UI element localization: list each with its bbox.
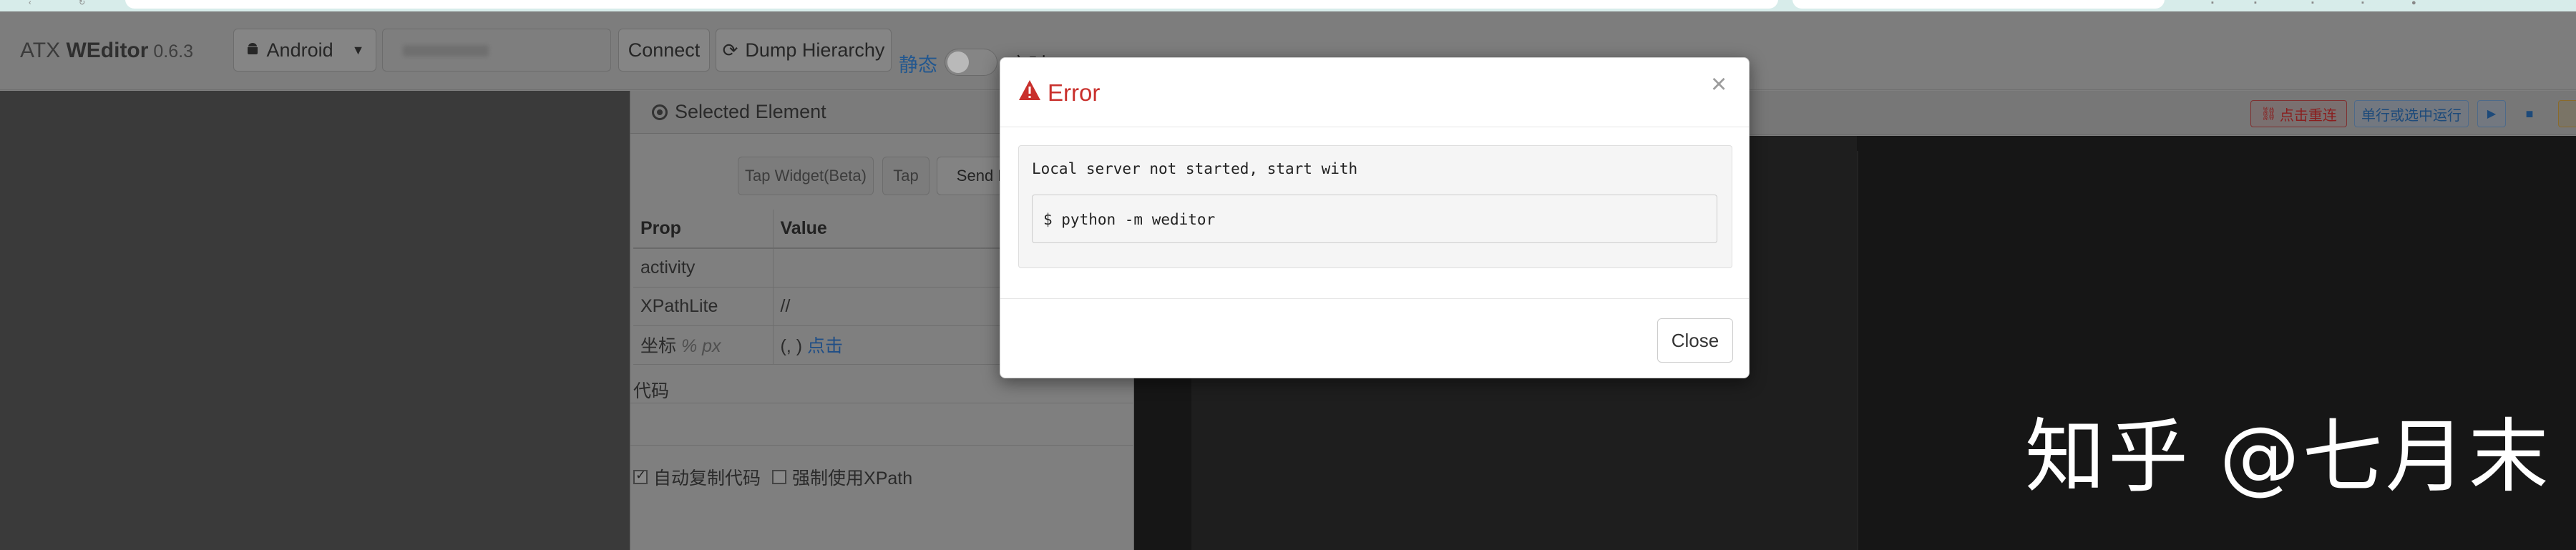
connect-button-label: Connect [628, 39, 701, 61]
panel-title: Selected Element [675, 101, 826, 122]
click-link[interactable]: 点击 [807, 336, 843, 356]
realtime-toggle[interactable] [945, 49, 997, 76]
dump-hierarchy-label: Dump Hierarchy [745, 39, 885, 61]
coordinate-units: % px [680, 336, 721, 356]
platform-select[interactable]: Android ▼ [233, 29, 376, 72]
static-mode-label[interactable]: 静态 [899, 49, 937, 77]
extension-icon[interactable]: ▪ [2211, 0, 2221, 7]
refresh-icon: ⟳ [722, 39, 738, 61]
toggle-knob [947, 51, 969, 73]
close-icon[interactable]: × [1711, 71, 1727, 98]
android-icon [245, 39, 260, 62]
code-label: 代码 [633, 381, 670, 401]
device-screen-panel[interactable] [0, 91, 630, 550]
reconnect-label: 点击重连 [2279, 107, 2337, 124]
back-icon[interactable]: ‹ [29, 0, 39, 7]
tap-label: Tap [893, 167, 919, 185]
prop-cell: activity [633, 248, 774, 288]
coordinate-label: 坐标 [640, 336, 677, 356]
warning-icon [1018, 79, 1041, 101]
browser-toolbar: ‹ ↻ ▪ ▪ ▪ ▪ ● [0, 0, 2576, 11]
app-version: 0.6.3 [148, 41, 193, 62]
unlink-icon: ⛓ [2260, 106, 2277, 121]
coordinate-value: (, ) [780, 336, 803, 356]
close-button-label: Close [1671, 329, 1719, 351]
force-xpath-label: 强制使用XPath [792, 468, 913, 488]
device-address-input[interactable] [382, 29, 611, 72]
error-message: Local server not started, start with [1032, 160, 1358, 177]
editor-divider [1857, 151, 1858, 550]
column-header-prop: Prop [633, 210, 774, 249]
tap-widget-button[interactable]: Tap Widget(Beta) [738, 157, 874, 195]
browser-search-bar[interactable] [1792, 0, 2165, 9]
stop-button[interactable]: ■ [2513, 100, 2546, 127]
code-options: 自动复制代码 强制使用XPath [633, 464, 912, 490]
platform-select-label: Android [266, 39, 333, 61]
address-bar[interactable] [125, 0, 1778, 9]
command-box: $ python -m weditor [1032, 195, 1717, 243]
code-output[interactable] [630, 403, 1135, 446]
close-button[interactable]: Close [1657, 318, 1733, 363]
force-xpath-checkbox[interactable] [772, 470, 787, 484]
auto-copy-label: 自动复制代码 [653, 468, 761, 488]
extension-icon[interactable]: ▪ [2361, 0, 2371, 7]
play-icon: ▶ [2487, 108, 2497, 120]
brand-name: WEditor [66, 39, 149, 62]
prop-cell: 坐标 % px [633, 325, 774, 365]
dump-hierarchy-button[interactable]: ⟳ Dump Hierarchy [716, 29, 892, 72]
error-dialog: Error × Local server not started, start … [1000, 57, 1750, 378]
error-message-box: Local server not started, start with $ p… [1018, 145, 1732, 268]
command-text: $ python -m weditor [1043, 211, 1216, 228]
app-brand: ATX WEditor 0.6.3 [20, 39, 193, 63]
run-selection-label: 单行或选中运行 [2361, 107, 2462, 124]
extra-toolbar-button[interactable] [2558, 100, 2576, 127]
reconnect-button[interactable]: ⛓ 点击重连 [2250, 100, 2347, 127]
extension-icon[interactable]: ▪ [2254, 0, 2264, 7]
tap-button[interactable]: Tap [882, 157, 930, 195]
dialog-footer-divider [1000, 298, 1749, 299]
dialog-title: Error [1048, 79, 1101, 106]
run-selection-button[interactable]: 单行或选中运行 [2354, 100, 2469, 127]
prop-cell: XPathLite [633, 287, 774, 326]
play-button[interactable]: ▶ [2477, 100, 2506, 127]
tap-widget-label: Tap Widget(Beta) [745, 167, 867, 185]
dialog-header: Error × [1000, 58, 1749, 127]
profile-icon[interactable]: ● [2411, 0, 2421, 7]
caret-down-icon: ▼ [351, 42, 365, 57]
refresh-icon[interactable]: ↻ [79, 0, 89, 7]
extension-icon[interactable]: ▪ [2311, 0, 2321, 7]
cog-icon [652, 104, 668, 120]
watermark-text: 知乎 @七月末 [2025, 411, 2552, 504]
auto-copy-checkbox[interactable] [633, 468, 648, 484]
brand-prefix: ATX [20, 39, 67, 62]
stop-icon: ■ [2525, 106, 2534, 121]
redacted-device-address [403, 45, 489, 57]
connect-button[interactable]: Connect [618, 29, 710, 72]
